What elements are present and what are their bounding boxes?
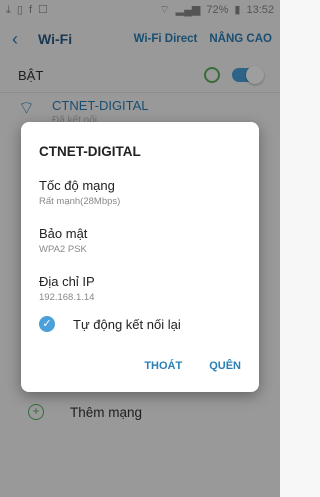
speed-item: Tốc độ mạng Rất mạnh(28Mbps) <box>39 178 120 207</box>
ip-value: 192.168.1.14 <box>39 292 95 303</box>
security-item: Bảo mật WPA2 PSK <box>39 226 87 255</box>
auto-reconnect-label: Tự động kết nối lại <box>73 316 181 332</box>
forget-button[interactable]: QUÊN <box>209 360 241 372</box>
speed-value: Rất mạnh(28Mbps) <box>39 196 121 207</box>
ip-item: Địa chỉ IP 192.168.1.14 <box>39 274 95 303</box>
dialog-title: CTNET-DIGITAL <box>39 144 141 159</box>
dialog-actions: THOÁT QUÊN <box>144 360 241 372</box>
network-details-dialog: CTNET-DIGITAL Tốc độ mạng Rất mạnh(28Mbp… <box>21 122 259 392</box>
speed-label: Tốc độ mạng <box>39 178 115 193</box>
security-value: WPA2 PSK <box>39 244 87 255</box>
exit-button[interactable]: THOÁT <box>144 360 182 372</box>
auto-reconnect-row[interactable]: ✓ Tự động kết nối lại <box>39 316 181 332</box>
ip-label: Địa chỉ IP <box>39 274 95 289</box>
security-label: Bảo mật <box>39 226 88 241</box>
check-icon[interactable]: ✓ <box>39 316 55 332</box>
